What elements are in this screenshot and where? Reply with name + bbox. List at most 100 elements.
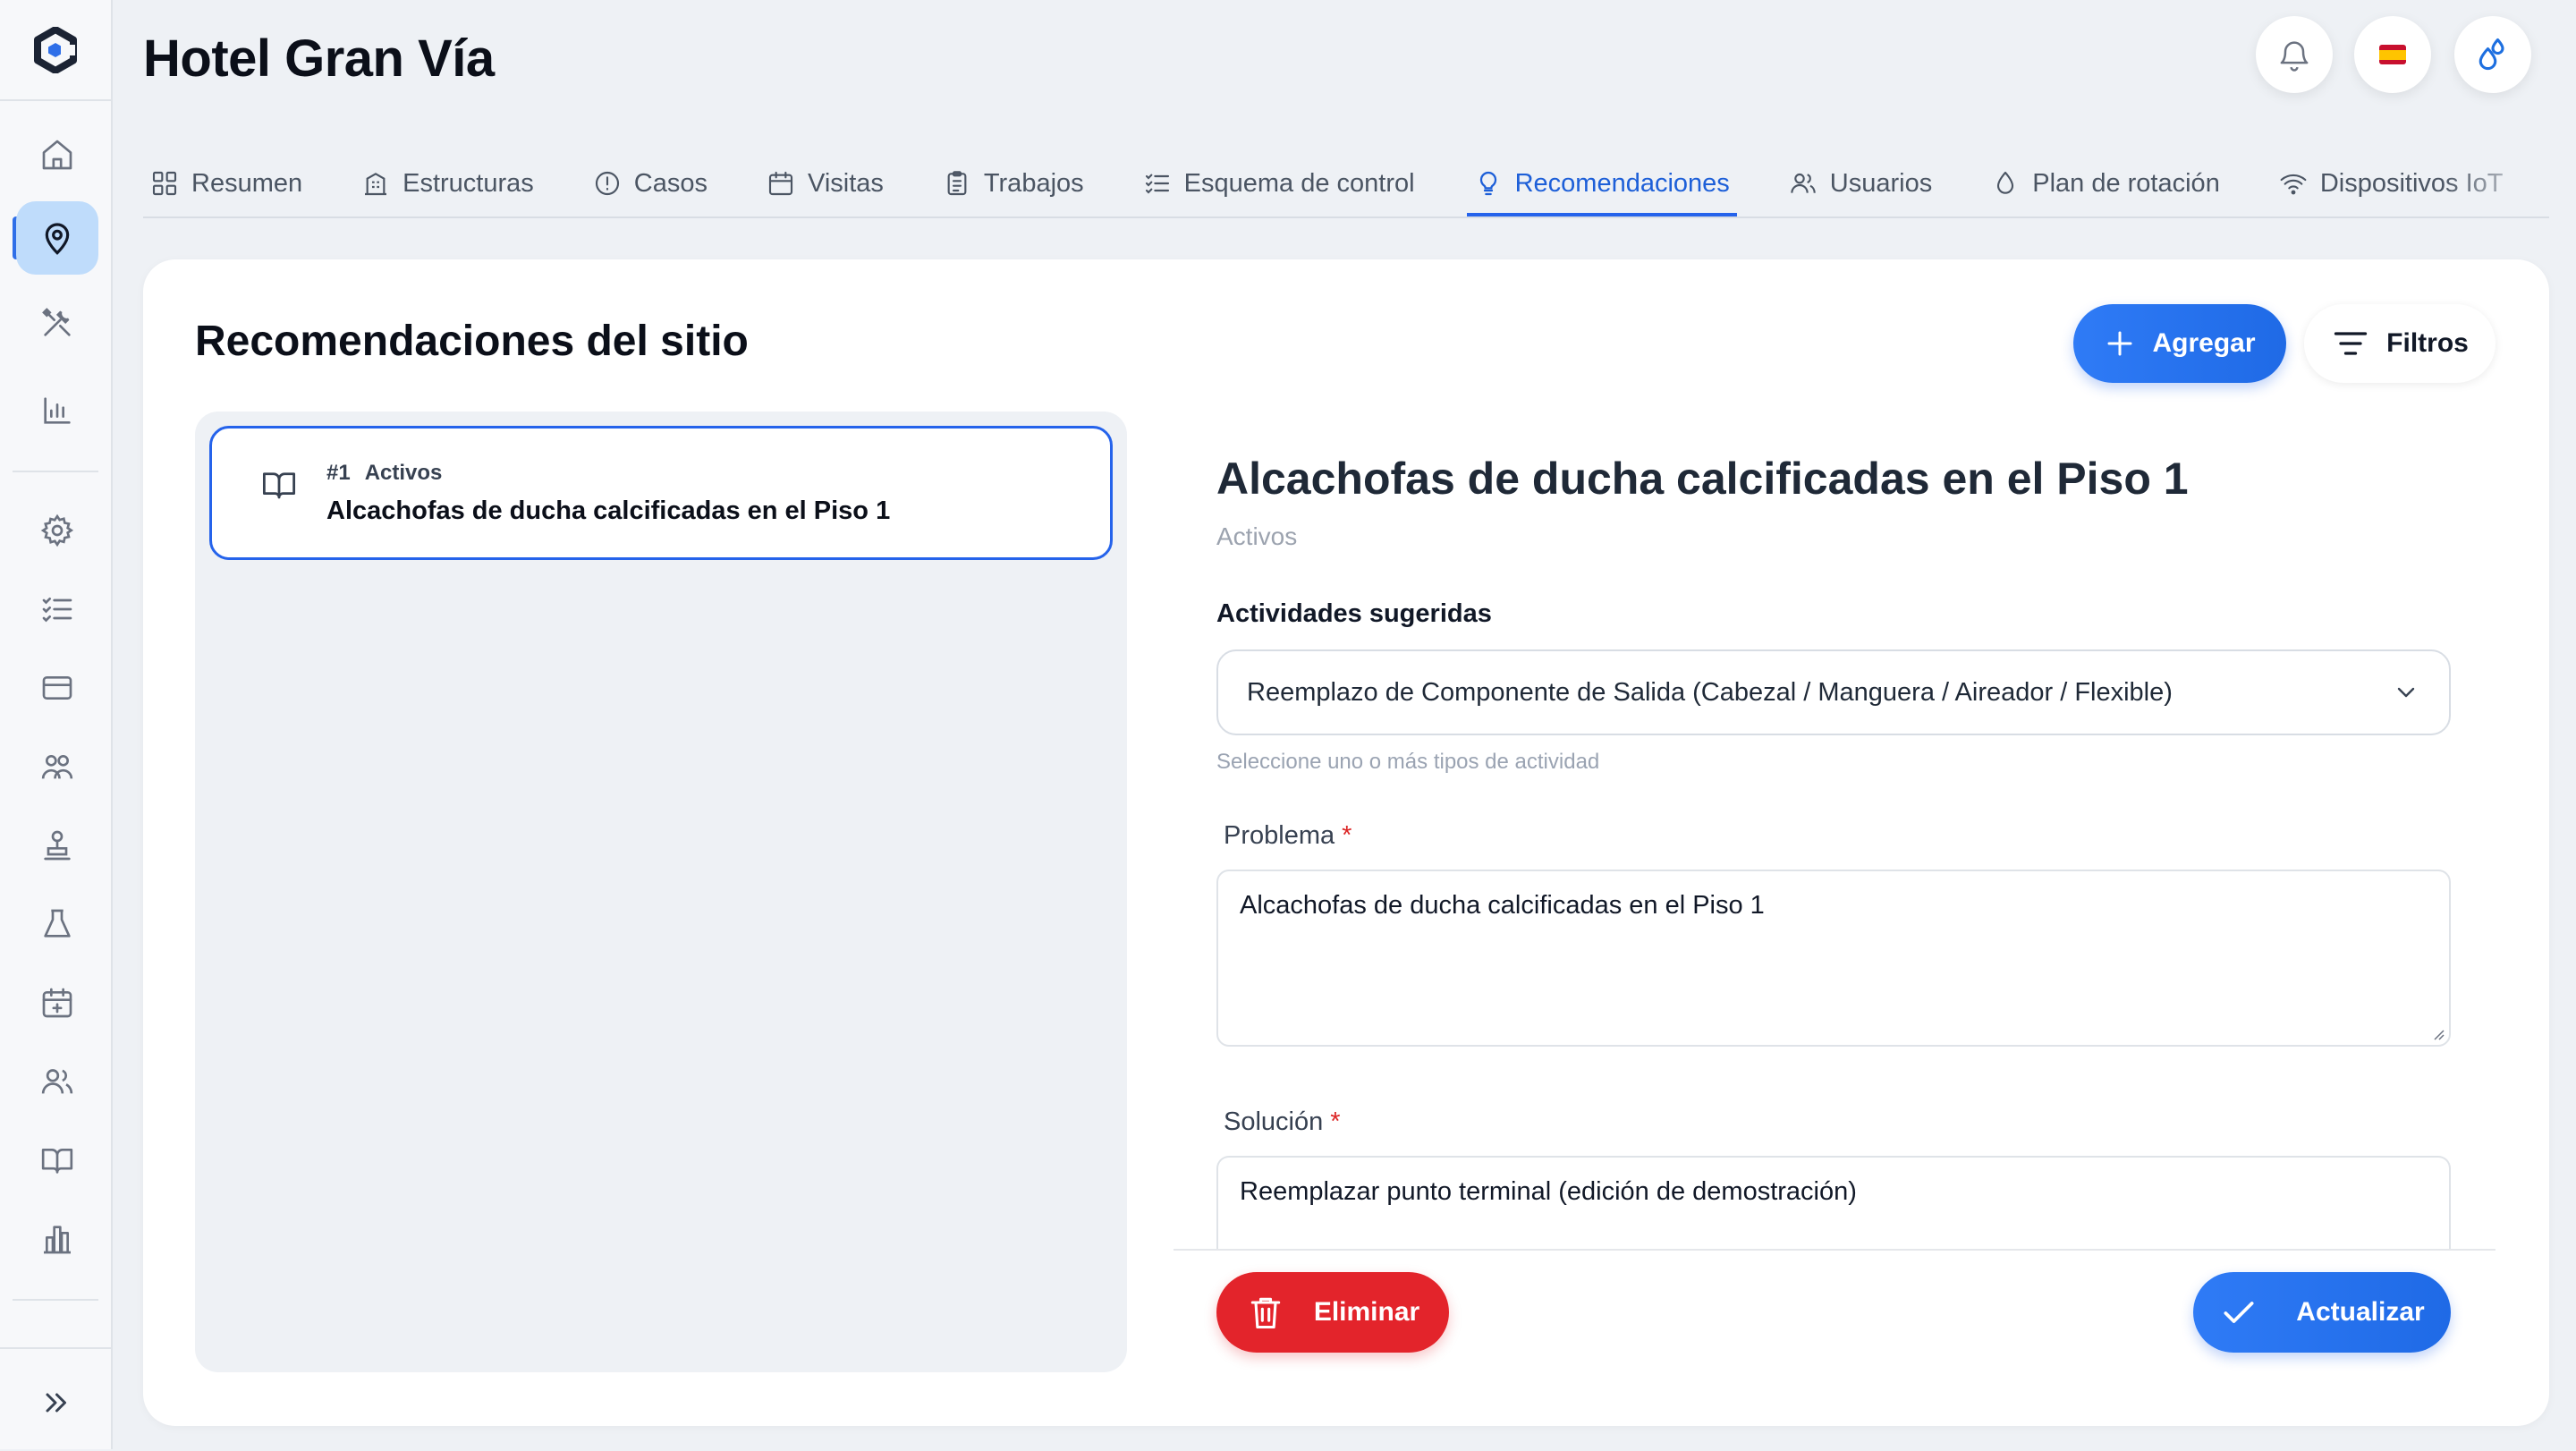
chevron-down-icon [2397,687,2415,698]
sidebar-item-billing[interactable] [16,651,98,725]
activities-hint: Seleccione uno o más tipos de actividad [1216,750,1600,774]
filters-button-label: Filtros [2386,328,2469,358]
language-button[interactable] [2354,16,2431,93]
lightbulb-icon [1479,171,1496,196]
sidebar-item-calendar[interactable] [16,966,98,1039]
grid-icon [152,171,177,196]
resize-handle-icon[interactable] [2429,1025,2445,1041]
activities-selected-value: Reemplazo de Componente de Salida (Cabez… [1247,677,2173,707]
sidebar-item-reports[interactable] [16,374,98,447]
list-item-meta: #1 Activos [326,461,442,486]
required-mark: * [1342,821,1352,850]
tab-label: Estructuras [402,168,534,198]
form-footer-divider [1174,1249,2496,1251]
update-button-label: Actualizar [2296,1297,2425,1327]
column-chart-icon [44,1226,71,1254]
list-item[interactable]: #1 Activos Alcachofas de ducha calcifica… [209,426,1113,560]
tab-bar: Resumen Estructuras Casos Visitas Trabaj… [143,152,2549,218]
clipboard-icon [947,171,967,196]
activities-label: Actividades sugeridas [1216,599,1492,628]
recommendations-list: #1 Activos Alcachofas de ducha calcifica… [195,412,1127,1372]
tab-visitas[interactable]: Visitas [759,152,891,215]
book-icon [262,472,296,499]
tab-trabajos[interactable]: Trabajos [936,152,1091,215]
problem-textarea[interactable]: Alcachofas de ducha calcificadas en el P… [1216,870,2451,1047]
tab-label: Casos [633,168,708,198]
tab-recomendaciones[interactable]: Recomendaciones [1466,152,1738,216]
solution-text: Reemplazar punto terminal (edición de de… [1240,1177,1857,1206]
spain-flag-icon [2379,45,2406,64]
sidebar-item-tools[interactable] [16,286,98,360]
tab-label: Trabajos [983,168,1084,198]
filter-lines-icon [2334,332,2368,355]
sidebar-item-home[interactable] [16,118,98,191]
delete-button-label: Eliminar [1313,1297,1420,1327]
tab-label: Usuarios [1829,168,1933,198]
droplet-icon [1997,171,2014,194]
alert-circle-icon [595,171,619,196]
users-icon [1791,173,1816,193]
sidebar-item-settings[interactable] [16,494,98,567]
problem-text: Alcachofas de ducha calcificadas en el P… [1240,891,1765,920]
droplets-icon [2479,38,2504,71]
tab-esquema-de-control[interactable]: Esquema de control [1136,152,1422,215]
recommendations-card: Recomendaciones del sitio Agregar Filtro… [143,259,2549,1426]
tools-icon [42,308,71,336]
trash-icon [1250,1297,1281,1329]
wifi-icon [2280,174,2307,195]
problem-label-text: Problema [1224,821,1335,850]
sidebar-divider [13,471,98,472]
sidebar-item-library[interactable] [16,1124,98,1197]
gear-icon [40,513,74,547]
sidebar-item-sites[interactable] [16,201,98,275]
sidebar-item-teams[interactable] [16,730,98,803]
list-item-status: Activos [364,461,443,485]
sidebar-item-lab[interactable] [16,887,98,961]
tab-label: Recomendaciones [1514,168,1730,198]
update-button[interactable]: Actualizar [2193,1272,2451,1353]
sidebar-item-analytics[interactable] [16,1202,98,1276]
tab-estructuras[interactable]: Estructuras [354,152,541,215]
solution-label-text: Solución [1224,1107,1324,1136]
home-icon [42,140,72,170]
section-title: Recomendaciones del sitio [195,318,749,365]
sidebar-item-users[interactable] [16,1045,98,1118]
calendar-icon [768,171,793,196]
add-button-label: Agregar [2152,328,2256,358]
tab-usuarios[interactable]: Usuarios [1782,152,1939,215]
filters-button[interactable]: Filtros [2304,304,2496,383]
bar-chart-icon [44,397,71,424]
stamp-icon [44,830,71,861]
sidebar-divider [13,1299,98,1301]
tab-resumen[interactable]: Resumen [143,152,309,215]
checklist-icon [1145,174,1169,194]
sidebar-item-stamps[interactable] [16,809,98,882]
chevrons-right-icon [46,1393,66,1413]
map-pin-icon [45,223,70,255]
notifications-button[interactable] [2256,16,2333,93]
tabs-overflow-fade [2442,152,2549,215]
logo[interactable] [0,0,111,101]
tab-label: Resumen [191,168,303,198]
tab-casos[interactable]: Casos [586,152,715,215]
book-icon [41,1149,73,1174]
required-mark: * [1330,1107,1341,1136]
credit-card-icon [42,676,72,700]
sidebar-item-checklist[interactable] [16,573,98,646]
checklist-icon [42,598,72,623]
add-recommendation-button[interactable]: Agregar [2073,304,2286,383]
problem-label: Problema * [1224,821,1352,851]
water-app-button[interactable] [2454,16,2531,93]
detail-title: Alcachofas de ducha calcificadas en el P… [1216,454,2189,504]
flask-icon [44,909,71,938]
delete-button[interactable]: Eliminar [1216,1272,1449,1353]
tab-plan-de-rotacion[interactable]: Plan de rotación [1984,152,2227,215]
check-icon [2224,1302,2254,1323]
solution-label: Solución * [1224,1107,1341,1137]
sidebar [0,0,113,1449]
team-icon [41,755,73,779]
users-icon [41,1069,73,1094]
sidebar-expand-button[interactable] [0,1347,111,1451]
activities-select[interactable]: Reemplazo de Componente de Salida (Cabez… [1216,649,2451,735]
solution-textarea[interactable]: Reemplazar punto terminal (edición de de… [1216,1156,2451,1249]
